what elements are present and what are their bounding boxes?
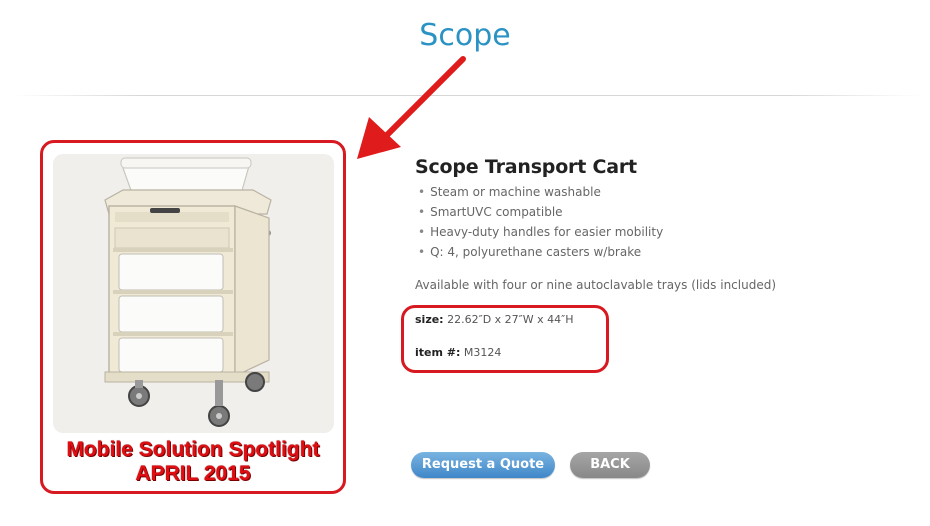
size-spec: size: 22.62″D x 27″W x 44″H [415, 313, 574, 326]
request-quote-button[interactable]: Request a Quote [411, 452, 555, 478]
bullet-icon: • [418, 185, 426, 199]
bullet-icon: • [418, 205, 426, 219]
feature-item: • SmartUVC compatible [418, 205, 563, 219]
arrow-icon [357, 56, 466, 159]
back-button[interactable]: BACK [570, 452, 650, 478]
product-image [53, 154, 334, 433]
spotlight-line-2: APRIL 2015 [135, 462, 251, 485]
item-label: item #: [415, 346, 461, 359]
feature-item: • Q: 4, polyurethane casters w/brake [418, 245, 642, 259]
item-value: M3124 [463, 346, 502, 359]
transport-cart-image [104, 157, 272, 427]
page-title: Scope [419, 18, 511, 53]
feature-list: • Steam or machine washable • SmartUVC com… [418, 184, 663, 264]
size-value: 22.62″D x 27″W x 44″H [447, 313, 574, 326]
spotlight-line-1: Mobile Solution Spotlight [66, 438, 320, 461]
spotlight-caption: Mobile Solution Spotlight APRIL 2015 [42, 438, 344, 486]
availability-text: Available with four or nine autoclavable… [415, 278, 777, 292]
size-label: size: [415, 313, 444, 326]
bullet-icon: • [418, 245, 426, 259]
bullet-icon: • [418, 225, 426, 239]
feature-item: • Steam or machine washable [418, 185, 601, 199]
item-number-spec: item #: M3124 [415, 346, 501, 359]
feature-item: • Heavy-duty handles for easier mobility [418, 225, 664, 239]
product-name: Scope Transport Cart [415, 156, 637, 178]
